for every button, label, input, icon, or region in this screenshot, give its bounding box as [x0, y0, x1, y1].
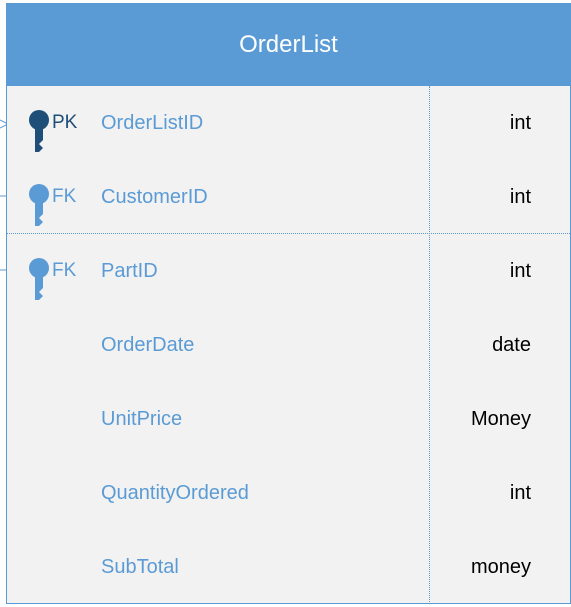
field-row[interactable]: OrderDate date [7, 308, 570, 382]
entity-title: OrderList [239, 31, 338, 58]
field-name: SubTotal [101, 556, 179, 578]
field-name: OrderDate [101, 334, 195, 356]
field-name: OrderListID [101, 112, 204, 134]
field-name: PartID [101, 260, 158, 282]
field-type: int [509, 112, 531, 134]
field-type: date [492, 334, 531, 356]
field-name: QuantityOrdered [101, 482, 249, 504]
key-label: FK [52, 186, 77, 207]
field-row[interactable]: UnitPrice Money [7, 382, 570, 456]
field-row[interactable]: QuantityOrdered int [7, 456, 570, 530]
field-name: UnitPrice [101, 408, 183, 430]
key-label: PK [52, 112, 78, 133]
key-icon [29, 184, 49, 226]
field-type: int [509, 260, 531, 282]
entity-table[interactable]: OrderList PK OrderListID int FK CustomerID in… [6, 3, 571, 604]
key-icon [29, 110, 49, 152]
field-row[interactable]: PK OrderListID int [7, 86, 570, 160]
field-row[interactable]: SubTotal money [7, 530, 570, 604]
field-type: money [470, 556, 531, 578]
diagram-canvas: OrderList PK OrderListID int FK CustomerID in… [0, 0, 571, 607]
key-label: FK [52, 260, 77, 281]
entity-header: OrderList [7, 4, 570, 86]
field-type: int [509, 186, 531, 208]
field-row[interactable]: FK CustomerID int [7, 160, 570, 234]
field-type: Money [470, 408, 531, 430]
field-type: int [509, 482, 531, 504]
key-icon [29, 258, 49, 300]
field-row[interactable]: FK PartID int [7, 234, 570, 308]
field-name: CustomerID [101, 186, 208, 208]
